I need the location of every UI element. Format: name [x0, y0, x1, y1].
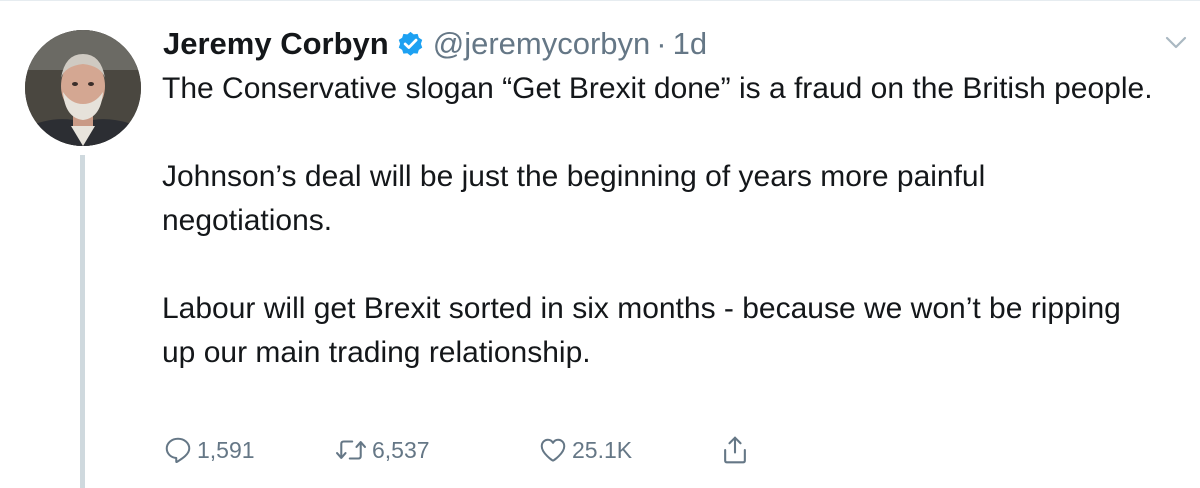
- author-handle[interactable]: @jeremycorbyn: [433, 22, 651, 66]
- share-icon: [724, 436, 746, 464]
- like-count: 25.1K: [572, 436, 633, 463]
- chevron-down-icon[interactable]: [1165, 36, 1187, 50]
- tweet-header: Jeremy Corbyn @jeremycorbyn · 1d: [163, 22, 707, 66]
- reply-icon: [165, 437, 191, 464]
- author-name[interactable]: Jeremy Corbyn: [163, 22, 389, 66]
- retweet-count: 6,537: [372, 436, 430, 463]
- tweet-text: The Conservative slogan “Get Brexit done…: [162, 67, 1162, 375]
- retweet-button[interactable]: 6,537: [334, 432, 430, 468]
- tweet-paragraph: Labour will get Brexit sorted in six mon…: [162, 292, 1121, 369]
- tweet-paragraph: The Conservative slogan “Get Brexit done…: [162, 72, 1153, 105]
- tweet-paragraph: Johnson’s deal will be just the beginnin…: [162, 160, 986, 237]
- share-button[interactable]: [720, 432, 754, 468]
- reply-count: 1,591: [197, 436, 255, 463]
- heart-icon: [540, 438, 566, 462]
- like-button[interactable]: 25.1K: [538, 432, 632, 468]
- separator-dot: ·: [656, 26, 667, 61]
- thread-line: [80, 155, 85, 488]
- verified-badge-icon: [398, 31, 422, 56]
- avatar[interactable]: [25, 30, 141, 146]
- retweet-icon: [336, 440, 366, 460]
- avatar-photo: [25, 30, 141, 146]
- timestamp[interactable]: 1d: [673, 22, 707, 66]
- tweet-actions: 1,591 6,537 25.1K: [163, 432, 763, 468]
- top-divider: [0, 0, 1200, 1]
- reply-button[interactable]: 1,591: [163, 432, 255, 468]
